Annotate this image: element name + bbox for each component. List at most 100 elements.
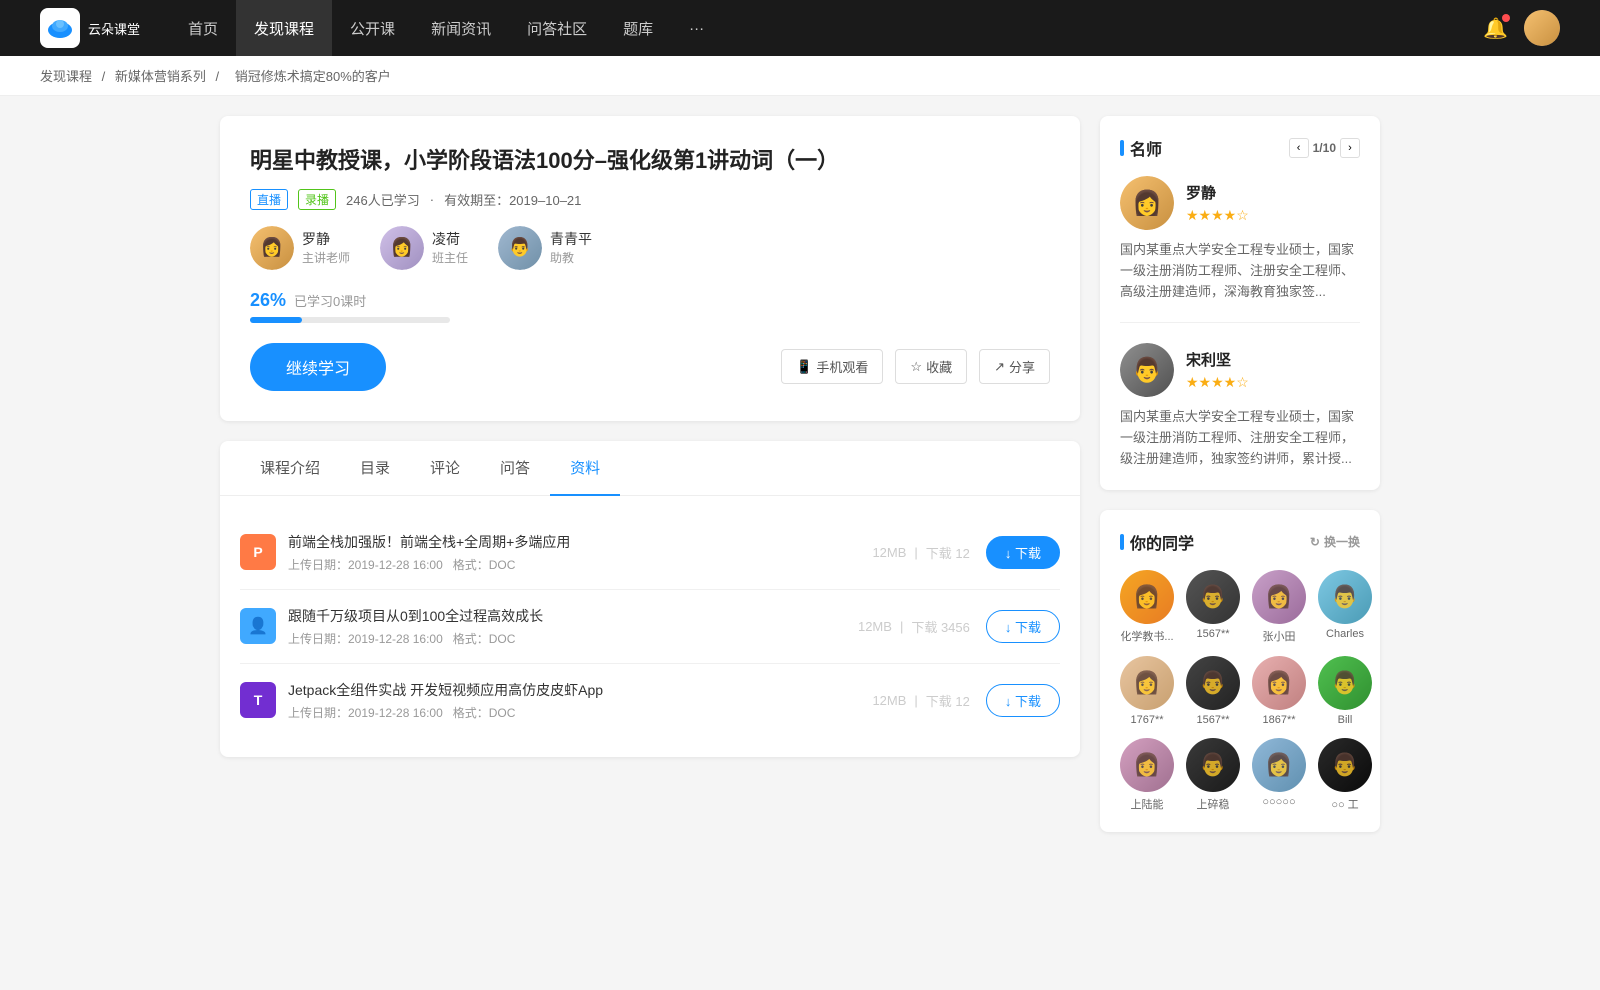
classmate-3-avatar[interactable]: 👩 [1252, 570, 1306, 624]
nav-menu: 首页 发现课程 公开课 新闻资讯 问答社区 题库 ··· [170, 0, 1483, 56]
continue-button[interactable]: 继续学习 [250, 343, 386, 391]
breadcrumb-current: 销冠修炼术搞定80%的客户 [235, 69, 391, 84]
share-button[interactable]: ↗ 分享 [979, 349, 1050, 384]
download-button-1[interactable]: ↓ 下载 [986, 536, 1060, 569]
download-button-2[interactable]: ↓ 下载 [986, 610, 1060, 643]
file-details-2: 跟随千万级项目从0到100全过程高效成长 上传日期：2019-12-28 16:… [288, 606, 858, 647]
teachers-pagination: ‹ 1/10 › [1289, 138, 1360, 158]
tab-intro[interactable]: 课程介绍 [240, 441, 340, 496]
next-page-button[interactable]: › [1340, 138, 1360, 158]
classmate-10-avatar[interactable]: 👨 [1186, 738, 1240, 792]
classmate-10-name: 上碎稳 [1197, 796, 1230, 812]
course-actions: 继续学习 📱 手机观看 ☆ 收藏 ↗ 分享 [250, 343, 1050, 391]
classmate-8: 👨 Bill [1318, 656, 1372, 726]
title-bar-icon [1120, 140, 1124, 156]
teacher-card-1-header: 👩 罗静 ★★★★☆ [1120, 176, 1360, 230]
progress-section: 26% 已学习0课时 [250, 290, 1050, 323]
classmate-11-avatar[interactable]: 👩 [1252, 738, 1306, 792]
classmate-12-avatar[interactable]: 👨 [1318, 738, 1372, 792]
classmate-3-name: 张小田 [1263, 628, 1296, 644]
classmate-2-name: 1567** [1196, 628, 1229, 640]
classmate-6-avatar[interactable]: 👨 [1186, 656, 1240, 710]
nav-quiz[interactable]: 题库 [605, 0, 671, 56]
teachers-list: 👩 罗静 主讲老师 👩 凌荷 班主任 [250, 226, 1050, 270]
teachers-title-left: 名师 [1120, 136, 1162, 160]
tabs-header: 课程介绍 目录 评论 问答 资料 [220, 441, 1080, 496]
mobile-icon: 📱 [796, 359, 812, 375]
nav-qa[interactable]: 问答社区 [509, 0, 605, 56]
nav-discover[interactable]: 发现课程 [236, 0, 332, 56]
tab-materials[interactable]: 资料 [550, 441, 620, 496]
teacher-2-name: 凌荷 [432, 229, 468, 249]
logo[interactable]: 云朵课堂 [40, 8, 140, 48]
file-details-3: Jetpack全组件实战 开发短视频应用高仿皮皮虾App 上传日期：2019-1… [288, 680, 872, 721]
file-sub-3: 上传日期：2019-12-28 16:00 格式：DOC [288, 704, 872, 721]
teacher-card-2-desc: 国内某重点大学安全工程专业硕士，国家一级注册消防工程师、注册安全工程师，级注册建… [1120, 407, 1360, 469]
prev-page-button[interactable]: ‹ [1289, 138, 1309, 158]
nav-right: 🔔 [1483, 10, 1560, 46]
classmate-3: 👩 张小田 [1252, 570, 1306, 644]
navbar: 云朵课堂 首页 发现课程 公开课 新闻资讯 问答社区 题库 ··· 🔔 [0, 0, 1600, 56]
teacher-2: 👩 凌荷 班主任 [380, 226, 468, 270]
tab-catalog[interactable]: 目录 [340, 441, 410, 496]
classmate-5-avatar[interactable]: 👩 [1120, 656, 1174, 710]
classmate-5-name: 1767** [1130, 714, 1163, 726]
meta-dot: · [430, 192, 434, 207]
teacher-card-1-info: 罗静 ★★★★☆ [1186, 182, 1249, 224]
action-buttons: 📱 手机观看 ☆ 收藏 ↗ 分享 [781, 349, 1050, 384]
classmates-title-left: 你的同学 [1120, 530, 1194, 554]
tab-review[interactable]: 评论 [410, 441, 480, 496]
file-stats-3: 12MB | 下载 12 [872, 691, 969, 710]
file-stats-2: 12MB | 下载 3456 [858, 617, 970, 636]
mobile-watch-button[interactable]: 📱 手机观看 [781, 349, 883, 384]
classmates-section: 你的同学 ↻ 换一换 👩 化学教书... 👨 [1100, 510, 1380, 832]
nav-home[interactable]: 首页 [170, 0, 236, 56]
teacher-card-2-info: 宋利坚 ★★★★☆ [1186, 349, 1249, 391]
nav-news[interactable]: 新闻资讯 [413, 0, 509, 56]
classmate-11: 👩 ○○○○○ [1252, 738, 1306, 812]
file-name-3: Jetpack全组件实战 开发短视频应用高仿皮皮虾App [288, 680, 872, 700]
title-bar-2-icon [1120, 534, 1124, 550]
teachers-section: 名师 ‹ 1/10 › 👩 罗静 ★ [1100, 116, 1380, 490]
download-button-3[interactable]: ↓ 下载 [986, 684, 1060, 717]
user-avatar-nav[interactable] [1524, 10, 1560, 46]
logo-icon [40, 8, 80, 48]
classmate-8-avatar[interactable]: 👨 [1318, 656, 1372, 710]
share-icon: ↗ [994, 359, 1005, 375]
breadcrumb-link-2[interactable]: 新媒体营销系列 [115, 69, 206, 84]
nav-open[interactable]: 公开课 [332, 0, 413, 56]
refresh-icon: ↻ [1310, 535, 1320, 549]
bell-icon[interactable]: 🔔 [1483, 16, 1508, 41]
collect-button[interactable]: ☆ 收藏 [895, 349, 967, 384]
teacher-card-2-header: 👨 宋利坚 ★★★★☆ [1120, 343, 1360, 397]
breadcrumb-link-1[interactable]: 发现课程 [40, 69, 92, 84]
teacher-2-info: 凌荷 班主任 [432, 229, 468, 266]
classmate-9-avatar[interactable]: 👩 [1120, 738, 1174, 792]
classmate-1-name: 化学教书... [1120, 628, 1173, 644]
classmate-4-name: Charles [1326, 628, 1364, 640]
teacher-card-1-avatar: 👩 [1120, 176, 1174, 230]
teacher-card-2: 👨 宋利坚 ★★★★☆ 国内某重点大学安全工程专业硕士，国家一级注册消防工程师、… [1120, 343, 1360, 469]
nav-more[interactable]: ··· [671, 0, 722, 56]
breadcrumb-sep-2: / [216, 69, 223, 84]
tab-qa[interactable]: 问答 [480, 441, 550, 496]
classmate-7-avatar[interactable]: 👩 [1252, 656, 1306, 710]
classmate-1-avatar[interactable]: 👩 [1120, 570, 1174, 624]
classmate-9: 👩 上陆能 [1120, 738, 1174, 812]
classmate-6-name: 1567** [1196, 714, 1229, 726]
right-panel: 名师 ‹ 1/10 › 👩 罗静 ★ [1100, 116, 1380, 852]
breadcrumb-sep-1: / [102, 69, 109, 84]
classmate-2-avatar[interactable]: 👨 [1186, 570, 1240, 624]
classmates-section-title: 你的同学 ↻ 换一换 [1120, 530, 1360, 554]
classmate-7: 👩 1867** [1252, 656, 1306, 726]
refresh-button[interactable]: ↻ 换一换 [1310, 533, 1360, 550]
teacher-3-info: 青青平 助教 [550, 229, 592, 266]
main-container: 明星中教授课，小学阶段语法100分–强化级第1讲动词（一） 直播 录播 246人… [200, 116, 1400, 852]
progress-bar-fill [250, 317, 302, 323]
teacher-2-avatar: 👩 [380, 226, 424, 270]
teacher-3-avatar: 👨 [498, 226, 542, 270]
classmate-12: 👨 ○○ 工 [1318, 738, 1372, 812]
classmate-10: 👨 上碎稳 [1186, 738, 1240, 812]
classmate-11-name: ○○○○○ [1262, 796, 1295, 808]
classmate-4-avatar[interactable]: 👨 [1318, 570, 1372, 624]
